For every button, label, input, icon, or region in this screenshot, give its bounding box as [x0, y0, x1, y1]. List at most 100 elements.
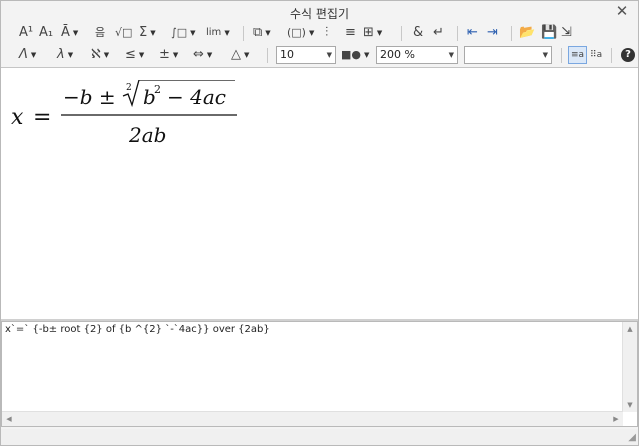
decoration-button[interactable]: Ā ▼ [61, 23, 78, 43]
sum-button[interactable]: Σ ▼ [139, 23, 156, 43]
brackets-button[interactable]: (□) ▼ [287, 23, 314, 43]
subscript-label: A₁ [39, 25, 54, 40]
sqrt-label: √□ [115, 26, 133, 39]
font-size-select[interactable]: 10 ▼ [276, 46, 336, 64]
zoom-select[interactable]: 200 % ▼ [376, 46, 458, 64]
formula-radicand-exp: 2 [154, 83, 161, 96]
formula-numerator-prefix: −b ± [63, 85, 116, 109]
chevron-down-icon: ▼ [448, 51, 454, 59]
arrow-right-icon: ⇥ [487, 25, 498, 40]
greek-lower-button[interactable]: λ ▼ [57, 45, 73, 65]
script-editor[interactable]: x`=` {-b± root {2} of {b ^{2} `-`4ac}} o… [1, 321, 638, 427]
column-matrix-icon: ⫶ [325, 25, 329, 40]
operator-button[interactable]: ± ▼ [159, 45, 178, 65]
toolbar-divider [401, 26, 402, 41]
misc-symbol-label: △ [231, 47, 241, 62]
scroll-right-icon[interactable]: ▶ [609, 412, 623, 426]
chevron-down-icon: ▼ [150, 29, 156, 37]
scroll-down-icon[interactable]: ▼ [623, 398, 637, 412]
column-matrix-button[interactable]: ⫶ [325, 23, 328, 43]
script-view-toggle[interactable]: ≡a [568, 46, 588, 64]
equation-editor-window: 수식 편집기 ✕ A¹ A₁ Ā ▼ 음 √□ Σ ▼ ∫□ ▼ lim ▼ ⧉ ▼ (□… [0, 0, 639, 446]
decoration-label: Ā [61, 25, 70, 40]
fraction-label: 음 [95, 26, 106, 39]
sqrt-button[interactable]: √□ [115, 23, 132, 43]
chevron-down-icon: ▼ [30, 51, 37, 59]
chevron-down-icon: ▼ [190, 29, 196, 37]
formula-root-index: 2 [126, 83, 132, 93]
color-button[interactable]: ■● ▼ [341, 45, 369, 65]
toolbar-row-2: Λ ▼ λ ▼ ℵ ▼ ≤ ▼ ± ▼ ⇔ ▼ △ ▼ 10 ▼ ■● ▼ 200 % ▼ ▼ ≡a… [1, 45, 638, 67]
prev-button[interactable]: ⇤ [467, 23, 478, 43]
greek-lower-label: λ [57, 47, 65, 62]
formula-denominator: 2ab [128, 123, 166, 147]
help-button[interactable]: ? [621, 45, 635, 65]
open-file-button[interactable]: 📂 [519, 23, 535, 43]
script-view-icon: ≡a [571, 50, 585, 60]
special-symbol-button[interactable]: ℵ ▼ [91, 45, 109, 65]
formula-view-icon: ⠿a [590, 50, 603, 60]
special-symbol-label: ℵ [91, 47, 101, 62]
font-size-value: 10 [280, 48, 294, 61]
chevron-down-icon: ▼ [224, 29, 230, 37]
superscript-button[interactable]: A¹ [19, 23, 33, 43]
return-arrow-icon: ↵ [433, 25, 444, 40]
toolbar-divider [457, 26, 458, 41]
arrow-symbol-button[interactable]: ⇔ ▼ [193, 45, 212, 65]
grid-icon: ⊞ [363, 25, 374, 40]
misc-symbol-button[interactable]: △ ▼ [231, 45, 249, 65]
save-button[interactable]: 💾 [541, 23, 557, 43]
integral-button[interactable]: ∫□ ▼ [171, 23, 196, 43]
horizontal-scrollbar[interactable]: ◀ ▶ [2, 411, 623, 426]
subscript-button[interactable]: A₁ [39, 23, 53, 43]
chevron-down-icon: ▼ [72, 29, 79, 37]
matrix-insert-button[interactable]: ⧉ ▼ [253, 23, 271, 43]
toolbar-divider [267, 48, 268, 63]
limit-button[interactable]: lim ▼ [206, 23, 230, 43]
formula-view-toggle[interactable]: ⠿a [590, 45, 602, 65]
formula-render: x = −b ± 2 b 2 − 4ac 2ab [11, 80, 237, 147]
toolbar-divider [611, 48, 612, 63]
sum-label: Σ [139, 25, 148, 40]
align-button[interactable]: ≡ [345, 23, 356, 43]
relation-label: ≤ [125, 47, 136, 62]
greek-upper-button[interactable]: Λ ▼ [19, 45, 36, 65]
scroll-left-icon[interactable]: ◀ [2, 412, 16, 426]
resize-grip-icon[interactable]: ◢ [628, 432, 636, 443]
chevron-down-icon: ▼ [265, 29, 271, 37]
script-input-text[interactable]: x`=` {-b± root {2} of {b ^{2} `-`4ac}} o… [5, 324, 270, 335]
formula-radicand-rest: − 4ac [167, 85, 226, 109]
formula-display-area[interactable]: x = −b ± 2 b 2 − 4ac 2ab [1, 67, 638, 319]
greek-upper-label: Λ [19, 47, 28, 62]
color-palette-icon: ■● [341, 48, 361, 61]
vertical-scrollbar[interactable]: ▲ ▼ [622, 322, 637, 412]
fraction-button[interactable]: 음 [95, 23, 105, 43]
next-button[interactable]: ⇥ [487, 23, 498, 43]
save-icon: 💾 [541, 25, 558, 40]
relation-button[interactable]: ≤ ▼ [125, 45, 144, 65]
operator-label: ± [159, 47, 170, 62]
window-title: 수식 편집기 [289, 7, 349, 21]
exit-icon: ⇲ [561, 25, 572, 40]
font-name-select[interactable]: ▼ [464, 46, 552, 64]
exit-button[interactable]: ⇲ [561, 23, 572, 43]
folder-open-icon: 📂 [519, 25, 536, 40]
chevron-down-icon: ▼ [326, 51, 332, 59]
formula-equals: = [33, 105, 51, 130]
formula-lhs: x [11, 105, 24, 130]
title-bar: 수식 편집기 ✕ [1, 1, 638, 23]
newline-button[interactable]: ↵ [433, 23, 444, 43]
chevron-down-icon: ▼ [67, 51, 74, 59]
limit-label: lim [206, 27, 222, 38]
chevron-down-icon: ▼ [103, 51, 110, 59]
ampersand-button[interactable]: & [413, 23, 423, 43]
chevron-down-icon: ▼ [244, 51, 250, 59]
close-icon[interactable]: ✕ [614, 3, 630, 19]
scroll-up-icon[interactable]: ▲ [623, 322, 637, 336]
chevron-down-icon: ▼ [206, 51, 213, 59]
chevron-down-icon: ▼ [364, 51, 370, 59]
toolbar-divider [511, 26, 512, 41]
status-bar: ◢ [1, 429, 638, 445]
grid-button[interactable]: ⊞ ▼ [363, 23, 382, 43]
arrow-left-icon: ⇤ [467, 25, 478, 40]
